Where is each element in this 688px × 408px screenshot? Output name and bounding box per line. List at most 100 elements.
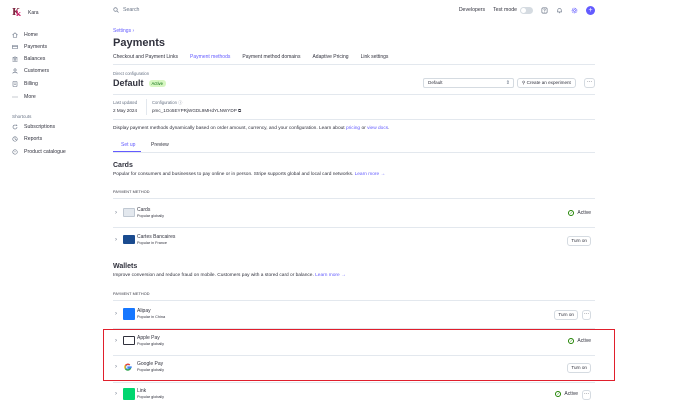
brand-name: Kara <box>28 10 39 16</box>
search-placeholder: Search <box>123 7 140 13</box>
create-experiment-button[interactable]: ⚲ Create an experiment <box>517 78 576 88</box>
sidebar-item-label: Balances <box>24 56 46 62</box>
home-icon <box>12 32 18 38</box>
divider <box>113 119 595 120</box>
refresh-icon <box>12 124 18 130</box>
cards-description: Popular for consumers and businesses to … <box>113 172 386 177</box>
dots-icon <box>12 94 18 100</box>
configuration-id: pmc_1Oo5EYPRjWGDL9MHdYLNWYDP ⧉ <box>152 108 242 113</box>
turn-on-button[interactable]: Turn on <box>567 236 591 246</box>
brand-logo: Kk <box>12 8 21 18</box>
sidebar-item-label: Customers <box>24 68 50 74</box>
sidebar-item-label: Reports <box>24 136 43 142</box>
configuration-select[interactable]: Default ⇕ <box>423 78 514 88</box>
billing-icon <box>12 81 18 87</box>
sidebar-item-label: More <box>24 94 36 100</box>
cartes-bancaires-logo-icon <box>123 235 135 244</box>
sidebar-item-reports[interactable]: Reports <box>12 135 42 143</box>
chevron-right-icon[interactable]: › <box>115 237 117 243</box>
highlight-box <box>103 329 615 381</box>
configuration-title: Default Active <box>113 78 166 88</box>
sidebar-item-more[interactable]: More <box>12 93 36 101</box>
sidebar-item-payments[interactable]: Payments <box>12 43 47 51</box>
list-item[interactable]: › Alipay Popular in China Turn on ··· <box>113 302 595 328</box>
wallets-description: Improve conversion and reduce fraud on m… <box>113 273 346 278</box>
more-options-button[interactable]: ··· <box>584 78 595 88</box>
list-item[interactable]: › Link Popular globally ✓ Active ··· <box>113 382 595 408</box>
last-updated-value: 2 May 2024 <box>113 108 138 113</box>
search-input[interactable]: Search <box>113 6 139 14</box>
sidebar-item-label: Payments <box>24 44 48 50</box>
experiment-icon: ⚲ <box>522 80 526 85</box>
payment-method-header: PAYMENT METHOD <box>113 292 150 296</box>
chevron-updown-icon: ⇕ <box>505 80 510 86</box>
last-updated-label: Last updated <box>113 100 138 105</box>
sidebar-item-home[interactable]: Home <box>12 31 38 39</box>
more-options-button[interactable]: ··· <box>582 390 591 400</box>
copy-icon[interactable]: ⧉ <box>238 108 241 113</box>
test-mode-label: Test mode <box>493 7 517 13</box>
card-logo-icon <box>123 208 135 217</box>
help-icon[interactable] <box>541 7 548 14</box>
sidebar-item-product-catalogue[interactable]: Product catalogue <box>12 148 66 156</box>
bank-icon <box>12 56 18 62</box>
cards-heading: Cards <box>113 162 133 169</box>
divider <box>113 152 595 153</box>
configuration-label: Configuration ⓘ <box>152 100 183 105</box>
direct-configuration-label: Direct configuration <box>113 71 150 76</box>
developers-link[interactable]: Developers <box>459 7 485 13</box>
sidebar-item-label: Product catalogue <box>24 149 66 155</box>
learn-more-link[interactable]: Learn more → <box>355 172 386 177</box>
pricing-link[interactable]: pricing <box>346 126 360 131</box>
sidebar: Kk Kara Home Payments Balances Customers… <box>0 0 100 408</box>
chevron-right-icon[interactable]: › <box>115 311 117 317</box>
status-active: ✓ Active <box>555 391 578 397</box>
more-options-button[interactable]: ··· <box>582 310 591 320</box>
shortcuts-heading: Shortcuts <box>12 114 32 119</box>
search-icon <box>113 7 119 13</box>
add-button[interactable]: + <box>586 5 595 15</box>
person-icon <box>12 68 18 74</box>
tab-preview[interactable]: Preview <box>151 142 169 148</box>
report-icon <box>12 136 18 142</box>
chevron-right-icon[interactable]: › <box>115 391 117 397</box>
learn-more-link[interactable]: Learn more → <box>315 273 346 278</box>
sidebar-item-label: Subscriptions <box>24 124 56 130</box>
list-item[interactable]: › Cards Popular globally ✓ Active <box>113 201 595 227</box>
status-active: ✓ Active <box>568 210 591 216</box>
sidebar-item-balances[interactable]: Balances <box>12 55 45 63</box>
test-mode-toggle[interactable]: Test mode <box>493 6 533 14</box>
page-title: Payments <box>113 37 165 49</box>
catalogue-icon <box>12 149 18 155</box>
payment-method-header: PAYMENT METHOD <box>113 190 150 194</box>
description: Display payment methods dynamically base… <box>113 126 390 131</box>
sidebar-item-subscriptions[interactable]: Subscriptions <box>12 123 55 131</box>
list-item[interactable]: › Cartes Bancaires Popular in France Tur… <box>113 228 595 254</box>
sidebar-item-label: Billing <box>24 81 38 87</box>
gear-icon[interactable] <box>571 7 578 14</box>
status-badge: Active <box>148 79 166 87</box>
view-docs-link[interactable]: view docs <box>367 126 388 131</box>
chevron-right-icon[interactable]: › <box>115 210 117 216</box>
check-icon: ✓ <box>568 210 575 216</box>
divider <box>113 198 595 199</box>
check-icon: ✓ <box>555 391 562 397</box>
divider <box>113 94 595 95</box>
tab-set-up[interactable]: Set up <box>121 142 135 148</box>
turn-on-button[interactable]: Turn on <box>554 310 578 320</box>
wallets-heading: Wallets <box>113 263 138 270</box>
bell-icon[interactable] <box>556 7 563 14</box>
sidebar-item-label: Home <box>24 32 38 38</box>
toggle-switch[interactable] <box>520 6 533 14</box>
link-logo-icon <box>123 388 135 400</box>
breadcrumb[interactable]: Settings › <box>113 28 134 34</box>
divider <box>146 99 147 115</box>
sidebar-item-customers[interactable]: Customers <box>12 67 49 75</box>
sidebar-item-billing[interactable]: Billing <box>12 80 38 88</box>
card-icon <box>12 44 18 50</box>
tabs-divider <box>113 64 595 65</box>
divider <box>113 300 595 301</box>
brand[interactable]: Kk Kara <box>12 8 39 18</box>
alipay-logo-icon <box>123 308 135 320</box>
topbar-actions: Developers Test mode + <box>459 4 595 16</box>
